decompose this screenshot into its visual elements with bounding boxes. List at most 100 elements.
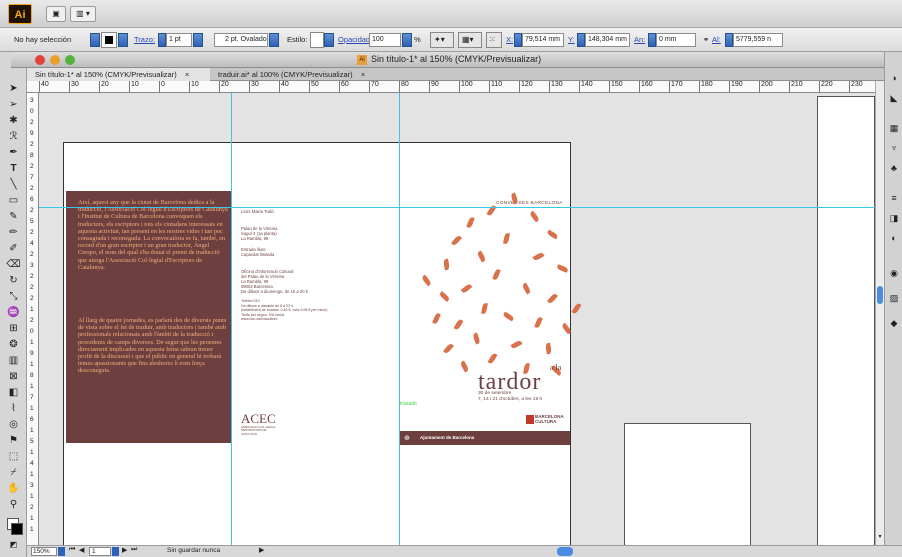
hand-tool-icon[interactable]: ✋ — [6, 482, 21, 496]
stroke-stepper[interactable] — [158, 33, 166, 47]
brushes-icon[interactable]: ♆ — [888, 142, 900, 154]
column-graph-icon[interactable]: ▥ — [6, 354, 21, 368]
color-guide-icon[interactable]: ◣ — [888, 92, 900, 104]
blend-tool-icon[interactable]: ◎ — [6, 418, 21, 432]
gradient-panel-icon[interactable]: ◨ — [888, 212, 900, 224]
stroke-weight-field[interactable]: 1 pt — [166, 33, 192, 47]
stroke-color-dropdown[interactable] — [118, 33, 128, 47]
tab-close-icon[interactable]: × — [185, 70, 189, 79]
free-transform-icon[interactable]: ⊞ — [6, 322, 21, 336]
align-button[interactable]: ▦▾ — [458, 32, 482, 48]
guide-horizontal[interactable] — [39, 207, 875, 208]
stroke-color-swatch[interactable] — [11, 523, 23, 535]
artboard-3[interactable] — [624, 423, 751, 545]
stroke-label[interactable]: Trazo: — [134, 28, 155, 52]
live-paint-icon[interactable]: ⚑ — [6, 434, 21, 448]
layers-icon[interactable]: ◆ — [888, 317, 900, 329]
fill-dropdown[interactable] — [90, 33, 100, 47]
canvas-area[interactable]: Així, aquest any que la ciutat de Barcel… — [39, 93, 875, 545]
zoom-field[interactable]: 150% — [31, 547, 57, 556]
artboard-tool-icon[interactable]: ⬚ — [6, 450, 21, 464]
first-artboard-icon[interactable]: ⏮ — [69, 546, 75, 554]
gradient-tool-icon[interactable]: ◧ — [6, 386, 21, 400]
magic-wand-icon[interactable]: ✱ — [6, 114, 21, 128]
variable-width-profile[interactable]: 2 pt. Ovalado — [214, 33, 268, 47]
symbols-icon[interactable]: ♣ — [888, 162, 900, 174]
last-artboard-icon[interactable]: ⏭ — [131, 546, 137, 554]
vertical-ruler[interactable]: 3 0 2 9 2 8 2 7 2 6 2 5 2 4 2 3 2 2 2 1 2 0 1 9 1 8 1 7 1 6 1 5 1 4 1 3 1 2 1 1 — [27, 93, 39, 545]
eraser-icon[interactable]: ⌫ — [6, 258, 21, 272]
stroke-weight-dropdown[interactable] — [193, 33, 203, 47]
tab-sin-titulo[interactable]: Sin título-1* al 150% (CMYK/Previsualiza… — [27, 68, 210, 81]
opacity-label[interactable]: Opacidad: — [338, 28, 372, 52]
height-label[interactable]: Al: — [712, 28, 721, 52]
color-panel-icon[interactable]: ◑ — [888, 72, 900, 84]
pencil-icon[interactable]: ✏ — [6, 226, 21, 240]
line-tool-icon[interactable]: ╲ — [6, 178, 21, 192]
graphic-styles-icon[interactable]: ▨ — [888, 292, 900, 304]
warp-tool-icon[interactable]: ♒ — [6, 306, 21, 320]
rotate-tool-icon[interactable]: ↻ — [6, 274, 21, 288]
recolor-button[interactable]: ✦▾ — [430, 32, 454, 48]
type-tool-icon[interactable]: T — [6, 162, 21, 176]
x-stepper[interactable] — [514, 33, 522, 47]
slice-tool-icon[interactable]: ⌿ — [6, 466, 21, 480]
opacity-dropdown[interactable] — [402, 33, 412, 47]
guide-vertical[interactable] — [231, 93, 232, 545]
arrange-documents-button[interactable]: ▥ ▾ — [70, 6, 96, 22]
scale-tool-icon[interactable]: ⤡ — [6, 290, 21, 304]
profile-dropdown[interactable] — [269, 33, 279, 47]
x-label[interactable]: X: — [506, 28, 513, 52]
zoom-tool-icon[interactable]: ⚲ — [6, 498, 21, 512]
paintbrush-icon[interactable]: ✎ — [6, 210, 21, 224]
reference-point-icon[interactable]: ⁙ — [486, 32, 502, 48]
zoom-dropdown[interactable] — [58, 547, 65, 556]
intro-panel[interactable]: Així, aquest any que la ciutat de Barcel… — [66, 191, 232, 443]
tab-traduir[interactable]: traduir.ai* al 100% (CMYK/Previsualizar)… — [210, 68, 380, 81]
status-menu-icon[interactable]: ▶ — [259, 546, 264, 554]
opacity-field[interactable]: 100 — [369, 33, 401, 47]
width-field[interactable]: 0 mm — [656, 33, 696, 47]
guide-vertical[interactable] — [399, 93, 400, 545]
height-field[interactable]: 5779,559 n — [733, 33, 783, 47]
scroll-thumb[interactable] — [877, 286, 883, 304]
link-proportions-icon[interactable]: ⚭ — [703, 28, 709, 52]
scroll-down-icon[interactable]: ▾ — [876, 533, 884, 543]
color-mode-icon[interactable]: ◩ — [6, 538, 21, 552]
width-stepper[interactable] — [648, 33, 656, 47]
blob-brush-icon[interactable]: ✐ — [6, 242, 21, 256]
rectangle-tool-icon[interactable]: ▭ — [6, 194, 21, 208]
lasso-icon[interactable]: ℛ — [6, 130, 21, 144]
horizontal-scroll-thumb[interactable] — [557, 547, 573, 556]
zoom-window-icon[interactable] — [65, 55, 75, 65]
width-label[interactable]: An: — [634, 28, 645, 52]
symbol-sprayer-icon[interactable]: ❂ — [6, 338, 21, 352]
artboard-number-field[interactable]: 1 — [89, 547, 111, 556]
tab-close-icon[interactable]: × — [361, 70, 365, 79]
prev-artboard-icon[interactable]: ◀ — [79, 546, 84, 554]
transparency-icon[interactable]: ◐ — [888, 232, 900, 244]
style-dropdown[interactable] — [324, 33, 334, 47]
artboard-2[interactable] — [817, 96, 875, 545]
x-field[interactable]: 79,514 mm — [522, 33, 564, 47]
minimize-window-icon[interactable] — [50, 55, 60, 65]
mesh-tool-icon[interactable]: ⊠ — [6, 370, 21, 384]
eyedropper-icon[interactable]: ⌇ — [6, 402, 21, 416]
y-field[interactable]: 148,304 mm — [585, 33, 630, 47]
next-artboard-icon[interactable]: ▶ — [122, 546, 127, 554]
close-window-icon[interactable] — [35, 55, 45, 65]
direct-selection-tool-icon[interactable]: ➢ — [6, 98, 21, 112]
y-label[interactable]: Y: — [568, 28, 575, 52]
horizontal-ruler[interactable]: 40 30 20 10 0 10 20 30 40 50 60 70 80 90 100 110 120 130 1… — [27, 81, 875, 93]
y-stepper[interactable] — [577, 33, 585, 47]
fill-swatch[interactable] — [101, 32, 117, 48]
swatches-icon[interactable]: ▦ — [888, 122, 900, 134]
selection-tool-icon[interactable]: ➤ — [6, 82, 21, 96]
style-swatch[interactable] — [310, 32, 324, 48]
artboard-dropdown[interactable] — [112, 547, 119, 556]
pen-tool-icon[interactable]: ✒ — [6, 146, 21, 160]
stroke-panel-icon[interactable]: ≡ — [888, 192, 900, 204]
appearance-icon[interactable]: ◉ — [888, 267, 900, 279]
bridge-button[interactable]: ▣ — [46, 6, 66, 22]
artboard[interactable]: Així, aquest any que la ciutat de Barcel… — [63, 142, 582, 545]
